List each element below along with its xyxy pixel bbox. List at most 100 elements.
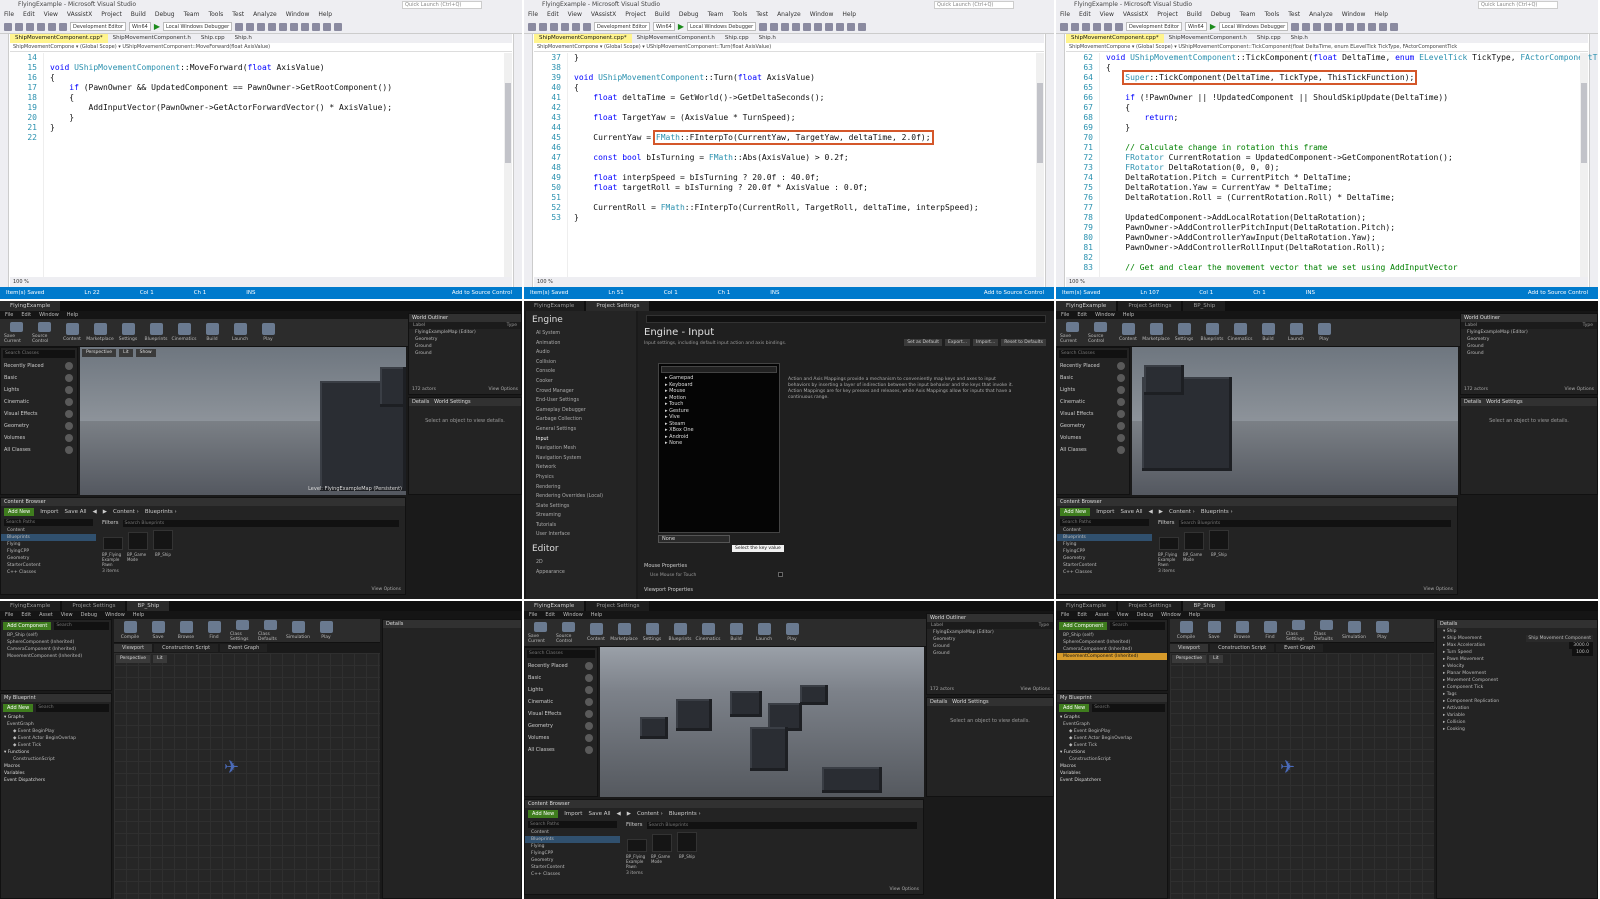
- ue-menu-help[interactable]: Help: [1123, 312, 1134, 318]
- breadcrumb-blueprints[interactable]: Blueprints ›: [1201, 509, 1233, 515]
- nav-cooker[interactable]: Cooker: [526, 377, 636, 387]
- detail-row[interactable]: ▸ Max Acceleration 3000.0: [1437, 642, 1597, 649]
- toolbar-icon[interactable]: [825, 22, 834, 31]
- folder-blueprints[interactable]: Blueprints: [525, 836, 620, 843]
- outliner-column[interactable]: Label: [931, 623, 943, 628]
- doc-tab[interactable]: Ship.h: [230, 34, 257, 43]
- outliner-view-options[interactable]: View Options: [489, 387, 518, 392]
- nav-audio[interactable]: Audio: [526, 348, 636, 358]
- settings-import--button[interactable]: Import...: [973, 339, 999, 346]
- debugger-select[interactable]: Local Windows Debugger: [1218, 22, 1289, 31]
- outliner-row[interactable]: Ground: [409, 350, 521, 357]
- toolbar-icon[interactable]: [246, 22, 255, 31]
- search-blueprints[interactable]: Search Blueprints: [122, 520, 399, 527]
- event-item[interactable]: ◆ Event Actor BeginOverlap: [1, 735, 111, 742]
- toolbar-icon[interactable]: [781, 22, 790, 31]
- settings-reset-to-defaults-button[interactable]: Reset to Defaults: [1001, 339, 1046, 346]
- play-icon[interactable]: ▶: [1210, 22, 1216, 31]
- vertical-scrollbar[interactable]: [1036, 53, 1044, 277]
- play-viewport[interactable]: [600, 647, 924, 797]
- doc-tab[interactable]: ShipMovementComponent.cpp*: [10, 34, 108, 43]
- nav-garbage-collection[interactable]: Garbage Collection: [526, 415, 636, 425]
- toolbar-marketplace-button[interactable]: Marketplace: [86, 322, 114, 344]
- component-item[interactable]: CameraComponent (Inherited): [1, 646, 111, 653]
- mode-cinematic[interactable]: Cinematic: [1, 396, 77, 408]
- bp-menu-view[interactable]: View: [1117, 612, 1129, 618]
- detail-row[interactable]: ▸ Collision: [1437, 719, 1597, 726]
- ue-menu-edit[interactable]: Edit: [545, 612, 555, 618]
- toolbar-icon[interactable]: [1357, 22, 1366, 31]
- outliner-row[interactable]: FlyingExampleMap (Editor): [1461, 329, 1597, 336]
- menu-view[interactable]: View: [44, 11, 58, 18]
- menu-edit[interactable]: Edit: [547, 11, 559, 18]
- nav-2d[interactable]: 2D: [526, 558, 636, 568]
- mode-geometry[interactable]: Geometry: [1, 420, 77, 432]
- outliner-column[interactable]: Label: [1465, 323, 1477, 328]
- toolbar-icon[interactable]: [550, 22, 558, 31]
- toolbar-icon[interactable]: [1082, 22, 1090, 31]
- detail-row[interactable]: ▸ Velocity: [1437, 663, 1597, 670]
- blueprint-viewport[interactable]: Perspective Lit ✈: [114, 653, 380, 899]
- add-source-control[interactable]: Add to Source Control: [452, 287, 512, 299]
- folder-geometry[interactable]: Geometry: [1057, 555, 1152, 562]
- viewport-perspective[interactable]: Perspective: [82, 349, 117, 357]
- menu-build[interactable]: Build: [131, 11, 146, 18]
- toolbar-play-button[interactable]: Play: [256, 322, 280, 344]
- tab-bp-ship[interactable]: BP_Ship: [1183, 301, 1226, 311]
- menu-team[interactable]: Team: [184, 11, 200, 18]
- play-icon[interactable]: ▶: [154, 22, 160, 31]
- toolbar-icon[interactable]: [334, 22, 343, 31]
- event-item[interactable]: ◆ Event BeginPlay: [1057, 728, 1167, 735]
- toolbar-icon[interactable]: [1390, 22, 1399, 31]
- scroll-thumb[interactable]: [1037, 83, 1043, 163]
- menu-vassistx[interactable]: VAssistX: [1123, 11, 1148, 18]
- mode-recently-placed[interactable]: Recently Placed: [1, 360, 77, 372]
- macros-section[interactable]: Macros: [1, 763, 111, 770]
- toolbar-settings-button[interactable]: Settings: [1172, 322, 1196, 344]
- nav-crowd-manager[interactable]: Crowd Manager: [526, 387, 636, 397]
- toolbar-icon[interactable]: [770, 22, 779, 31]
- menu-window[interactable]: Window: [810, 11, 834, 18]
- doc-tab[interactable]: ShipMovementComponent.h: [1164, 34, 1252, 43]
- menu-debug[interactable]: Debug: [679, 11, 699, 18]
- nav-tutorials[interactable]: Tutorials: [526, 521, 636, 531]
- breadcrumb-content[interactable]: Content ›: [637, 811, 663, 817]
- viewport-properties[interactable]: Viewport Properties: [644, 587, 693, 593]
- viewport-lit[interactable]: Lit: [119, 349, 133, 357]
- toolbar-icon[interactable]: [561, 22, 569, 31]
- mode-geometry[interactable]: Geometry: [1057, 420, 1129, 432]
- folder-startercontent[interactable]: StarterContent: [1057, 562, 1152, 569]
- event-graph-item[interactable]: EventGraph: [1057, 721, 1167, 728]
- event-item[interactable]: ◆ Event Tick: [1057, 742, 1167, 749]
- menu-test[interactable]: Test: [1288, 11, 1300, 18]
- add-new-button[interactable]: Add New: [4, 508, 35, 516]
- toolbar-icon[interactable]: [1324, 22, 1333, 31]
- use-mouse-checkbox[interactable]: [778, 572, 783, 577]
- add-source-control[interactable]: Add to Source Control: [1528, 287, 1588, 299]
- toolbar-icon[interactable]: [539, 22, 547, 31]
- config-select[interactable]: Development Editor: [70, 22, 127, 31]
- graphs-section[interactable]: ▾ Graphs: [1, 714, 111, 721]
- toolbar-play-button[interactable]: Play: [780, 622, 804, 644]
- menu-vassistx[interactable]: VAssistX: [591, 11, 616, 18]
- toolbar-icon[interactable]: [1060, 22, 1068, 31]
- menu-help[interactable]: Help: [1374, 11, 1388, 18]
- component-item[interactable]: MovementComponent (Inherited): [1057, 653, 1167, 660]
- bp-viewport-tab[interactable]: Viewport: [1170, 644, 1209, 652]
- menu-edit[interactable]: Edit: [23, 11, 35, 18]
- nav-general-settings[interactable]: General Settings: [526, 425, 636, 435]
- navigation-bar[interactable]: ShipMovementCompone ▾ (Global Scope) ▾ U…: [534, 43, 1044, 52]
- viewport-show[interactable]: Show: [135, 349, 156, 357]
- scroll-thumb[interactable]: [505, 83, 511, 163]
- settings-search[interactable]: [646, 315, 1046, 323]
- event-item[interactable]: ◆ Event BeginPlay: [1, 728, 111, 735]
- toolbar-icon[interactable]: [1335, 22, 1344, 31]
- movement-component-value[interactable]: Ship Movement Component: [1526, 635, 1593, 642]
- bp-save-button[interactable]: Save: [146, 620, 170, 642]
- mode-all-classes[interactable]: All Classes: [1057, 444, 1129, 456]
- bp-class-settings-button[interactable]: Class Settings: [1286, 619, 1310, 642]
- ue-menu-window[interactable]: Window: [1095, 312, 1115, 318]
- breadcrumb-blueprints[interactable]: Blueprints ›: [145, 509, 177, 515]
- folder-geometry[interactable]: Geometry: [1, 555, 96, 562]
- bp-menu-asset[interactable]: Asset: [39, 612, 53, 618]
